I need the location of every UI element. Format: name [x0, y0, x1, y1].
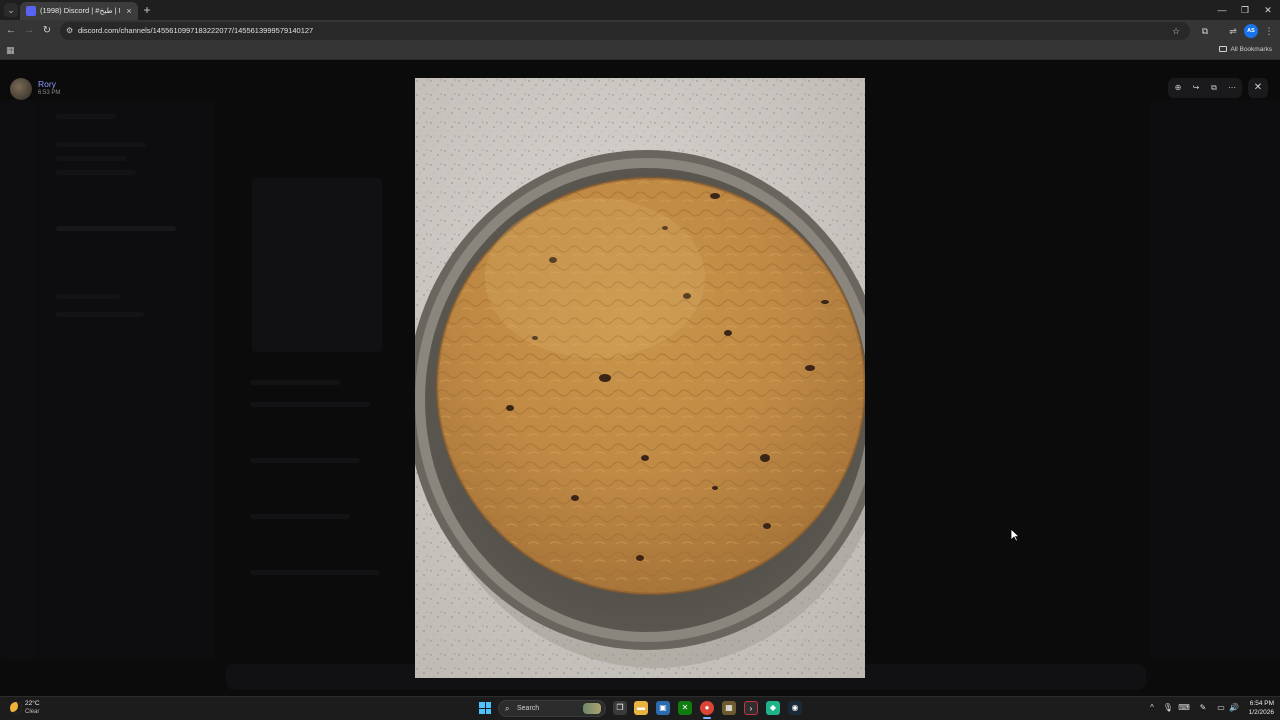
avatar[interactable]: [10, 78, 32, 100]
extensions-icon[interactable]: ⧉: [1198, 24, 1212, 38]
chrome-active-indicator: [703, 717, 711, 719]
channel-row: [56, 114, 116, 119]
apps-grid-icon[interactable]: ▦: [6, 45, 16, 55]
minecraft-icon[interactable]: ▦: [722, 701, 736, 715]
browser-menu-icon[interactable]: ⋮: [1262, 24, 1276, 38]
channel-row: [56, 312, 144, 317]
tab-close-icon[interactable]: ×: [124, 5, 134, 17]
chrome-icon[interactable]: ●: [700, 701, 714, 715]
volume-icon[interactable]: 🔊: [1228, 702, 1240, 714]
window-close-button[interactable]: ✕: [1258, 2, 1278, 18]
channel-row: [56, 156, 126, 161]
app-icon[interactable]: ◆: [766, 701, 780, 715]
weather-temperature[interactable]: 22°C: [25, 700, 40, 707]
channel-row: [56, 170, 136, 175]
message-image-thumbnail: [252, 178, 382, 352]
search-highlight-image: [583, 703, 601, 714]
terminal-icon[interactable]: ›: [744, 701, 758, 715]
steam-icon[interactable]: ◉: [788, 701, 802, 715]
xbox-icon[interactable]: ✕: [678, 701, 692, 715]
close-viewer-button[interactable]: ✕: [1248, 78, 1268, 98]
new-tab-button[interactable]: +: [140, 3, 154, 17]
message-line: [250, 514, 350, 519]
cookie-cake-photo[interactable]: [415, 78, 865, 678]
minimize-button[interactable]: —: [1212, 2, 1232, 18]
clock-date[interactable]: 1/2/2026: [1240, 709, 1274, 716]
message-line: [250, 570, 380, 575]
all-bookmarks-label: All Bookmarks: [1230, 46, 1272, 53]
image-viewer-toolbar: ⊕ ↪ ⧉ ⋯: [1168, 78, 1242, 98]
open-external-icon[interactable]: ⧉: [1207, 81, 1221, 95]
cast-icon[interactable]: ⇌: [1226, 24, 1240, 38]
server-rail: [0, 100, 36, 660]
back-button[interactable]: ←: [4, 24, 18, 38]
message-line: [250, 380, 340, 385]
pen-icon[interactable]: ✎: [1197, 702, 1209, 714]
channel-row: [56, 142, 146, 147]
microsoft-store-icon[interactable]: ▣: [656, 701, 670, 715]
weather-condition[interactable]: Clear: [25, 709, 39, 715]
microphone-icon[interactable]: 🎙: [1162, 702, 1174, 714]
discord-app-dimmed: Rory 6:53 PM ⊕ ↪ ⧉ ⋯ ✕: [0, 60, 1280, 696]
browser-tab-strip: ⌄ (1998) Discord | #طبخ | MWV1... × + — …: [0, 0, 1280, 20]
site-info-icon[interactable]: ⚙: [66, 25, 76, 37]
channel-row: [56, 226, 176, 231]
taskbar-search[interactable]: ⌕ Search: [498, 700, 606, 717]
clock-time[interactable]: 6:54 PM: [1240, 700, 1274, 707]
message-line: [250, 458, 360, 463]
file-explorer-icon[interactable]: ▬: [634, 701, 648, 715]
reload-button[interactable]: ↻: [40, 24, 54, 38]
network-icon[interactable]: ▭: [1215, 702, 1227, 714]
search-icon: ⌕: [505, 704, 510, 713]
address-bar[interactable]: ⚙ discord.com/channels/14556109971832220…: [60, 22, 1190, 40]
weather-moon-icon[interactable]: [10, 702, 22, 714]
zoom-in-icon[interactable]: ⊕: [1171, 81, 1185, 95]
poster-name[interactable]: Rory: [38, 79, 56, 89]
folder-icon: [1219, 46, 1228, 53]
channel-row: [56, 294, 120, 299]
browser-toolbar: ← → ↻ ⚙ discord.com/channels/14556109971…: [0, 20, 1280, 42]
keyboard-icon[interactable]: ⌨: [1178, 702, 1190, 714]
tray-overflow-icon[interactable]: ^: [1146, 702, 1158, 714]
channel-sidebar: [36, 100, 214, 660]
poster-timestamp: 6:53 PM: [38, 90, 61, 96]
browser-tab-discord[interactable]: (1998) Discord | #طبخ | MWV1... ×: [20, 2, 138, 20]
message-line: [250, 402, 370, 407]
mouse-cursor-icon: [1010, 528, 1020, 542]
url-text[interactable]: discord.com/channels/1455610997183222077…: [78, 25, 313, 37]
all-bookmarks-button[interactable]: All Bookmarks: [1219, 44, 1272, 56]
windows-taskbar: 22°C Clear ⌕ Search ❐ ▬ ▣ ✕ ● ▦ › ◆ ◉ ^ …: [0, 696, 1280, 720]
restore-button[interactable]: ❐: [1235, 2, 1255, 18]
forward-icon[interactable]: ↪: [1189, 81, 1203, 95]
start-button-icon[interactable]: [479, 702, 491, 714]
forward-button[interactable]: →: [22, 24, 36, 38]
bookmarks-bar: ▦ All Bookmarks: [0, 42, 1280, 60]
tab-title: (1998) Discord | #طبخ | MWV1...: [40, 6, 120, 15]
more-icon[interactable]: ⋯: [1225, 81, 1239, 95]
cookie-cake-image: [415, 78, 865, 678]
search-label: Search: [517, 705, 540, 712]
discord-favicon-icon: [26, 6, 36, 16]
bookmark-star-icon[interactable]: ☆: [1172, 24, 1184, 38]
profile-avatar[interactable]: AS: [1244, 24, 1258, 38]
task-view-icon[interactable]: ❐: [613, 701, 627, 715]
member-list: [1150, 100, 1280, 660]
tab-search-icon[interactable]: ⌄: [4, 3, 18, 17]
